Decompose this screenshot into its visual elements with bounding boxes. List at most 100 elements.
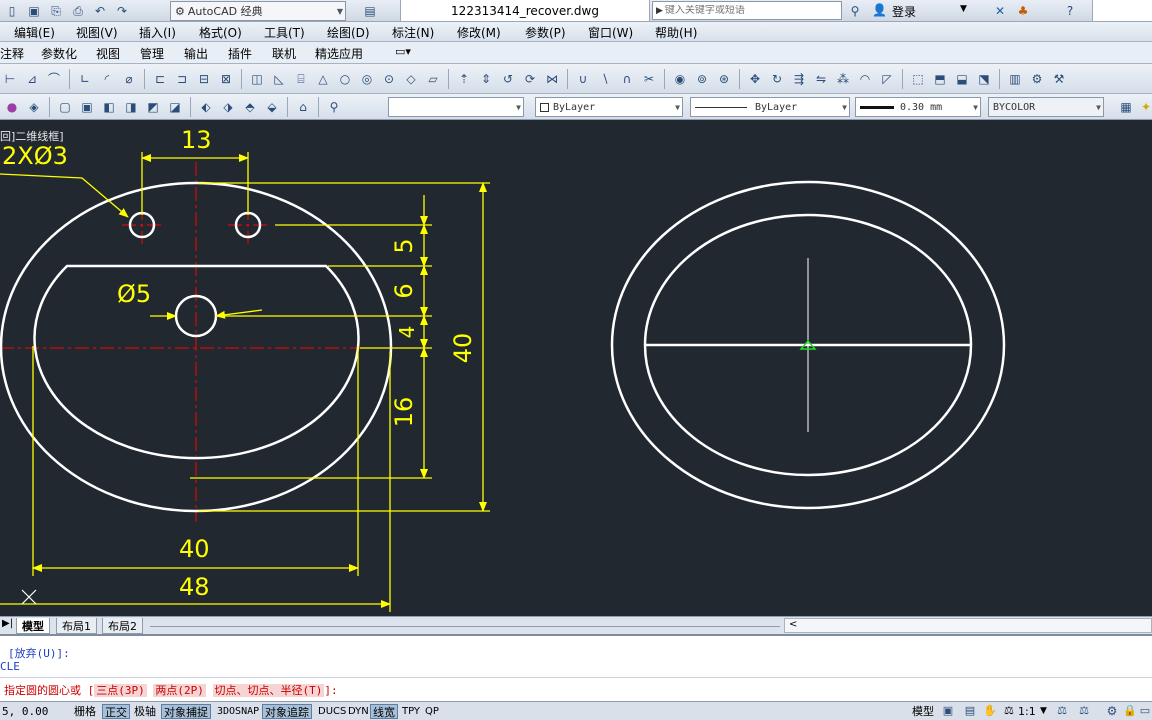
view-left-icon[interactable]: ◧ xyxy=(99,97,119,117)
connect-icon[interactable]: ♣ xyxy=(1013,1,1033,21)
scroll-left-icon[interactable]: < xyxy=(789,619,797,630)
dim-baseline-icon[interactable]: ⊏ xyxy=(150,69,170,89)
option-2p[interactable]: 两点(2P) xyxy=(153,684,206,697)
toggle-tpy[interactable]: TPY xyxy=(400,704,422,719)
command-window[interactable]: [放弃(U)]: CLE 指定圆的圆心或 [三点(3P) 两点(2P) 切点、切… xyxy=(0,634,1152,701)
polysolid-icon[interactable]: ▱ xyxy=(423,69,443,89)
intersect-icon[interactable]: ∩ xyxy=(617,69,637,89)
ribbon-minimize-icon[interactable]: ▭▾ xyxy=(395,45,411,58)
planar-surface-icon[interactable]: ◇ xyxy=(401,69,421,89)
iso-se-icon[interactable]: ⬗ xyxy=(218,97,238,117)
save-as-icon[interactable]: ⎘ xyxy=(46,1,66,21)
new-file-icon[interactable]: ▯ xyxy=(2,1,22,21)
tab-view[interactable]: 视图 xyxy=(96,45,120,62)
menu-insert[interactable]: 插入(I) xyxy=(139,24,176,41)
layout-view-icon[interactable]: ▣ xyxy=(940,702,956,719)
properties-icon[interactable]: ▦ xyxy=(1116,97,1136,117)
menu-parametric[interactable]: 参数(P) xyxy=(525,24,566,41)
iso-sw-icon[interactable]: ⬖ xyxy=(196,97,216,117)
subtract-icon[interactable]: ∖ xyxy=(595,69,615,89)
search-box[interactable]: ▶ xyxy=(652,1,842,20)
option-3p[interactable]: 三点(3P) xyxy=(94,684,147,697)
annotation-scale-value[interactable]: 1:1 xyxy=(1018,705,1036,718)
torus-icon[interactable]: ◎ xyxy=(357,69,377,89)
plotstyle-combo[interactable]: BYCOLOR ▼ xyxy=(988,97,1104,117)
toggle-qp[interactable]: QP xyxy=(423,704,441,719)
pyramid-icon[interactable]: ⊙ xyxy=(379,69,399,89)
materials-icon[interactable]: ● xyxy=(2,97,22,117)
toggle-grid[interactable]: 栅格 xyxy=(72,704,98,719)
check-icon[interactable]: ▥ xyxy=(1005,69,1025,89)
menu-tools[interactable]: 工具(T) xyxy=(264,24,305,41)
toggle-ducs[interactable]: DUCS xyxy=(316,704,348,719)
dim-arc-icon[interactable]: ⌒ xyxy=(44,69,64,89)
dim-continue-icon[interactable]: ⊐ xyxy=(172,69,192,89)
sphere-icon[interactable]: ○ xyxy=(335,69,355,89)
presspull-icon[interactable]: ⇕ xyxy=(476,69,496,89)
tab-parametric[interactable]: 参数化 xyxy=(41,45,77,62)
dim-aligned-icon[interactable]: ⊿ xyxy=(22,69,42,89)
clean-screen-icon[interactable]: ▭ xyxy=(1138,702,1152,719)
toolbar-lock-icon[interactable]: 🔒 xyxy=(1122,702,1138,719)
view-front-icon[interactable]: ◩ xyxy=(143,97,163,117)
tab-output[interactable]: 输出 xyxy=(184,45,208,62)
tab-manage[interactable]: 管理 xyxy=(140,45,164,62)
tab-annotate[interactable]: 注释 xyxy=(0,45,24,62)
scale-dropdown-icon[interactable]: ▼ xyxy=(1040,706,1047,716)
extract-edges-icon[interactable]: ⬚ xyxy=(908,69,928,89)
undo-icon[interactable]: ↶ xyxy=(90,1,110,21)
toggle-3dosnap[interactable]: 3DOSNAP xyxy=(215,704,261,719)
quick-view-icon[interactable]: ▤ xyxy=(962,702,978,719)
align-3d-icon[interactable]: ⇶ xyxy=(789,69,809,89)
rotate-3d-icon[interactable]: ↻ xyxy=(767,69,787,89)
redo-icon[interactable]: ↷ xyxy=(112,1,132,21)
horizontal-scrollbar[interactable]: < xyxy=(784,618,1152,633)
view-back-icon[interactable]: ◪ xyxy=(165,97,185,117)
option-ttr[interactable]: 切点、切点、半径(T) xyxy=(212,684,325,697)
union-icon[interactable]: ∪ xyxy=(573,69,593,89)
workspace-selector[interactable]: ⚙ AutoCAD 经典 ▼ xyxy=(170,1,346,21)
slice-icon[interactable]: ✂ xyxy=(639,69,659,89)
exchange-icon[interactable]: ✕ xyxy=(990,1,1010,21)
wedge-icon[interactable]: ◺ xyxy=(269,69,289,89)
toggle-otrack[interactable]: 对象追踪 xyxy=(262,704,312,719)
tab-plugins[interactable]: 插件 xyxy=(228,45,252,62)
mirror-3d-icon[interactable]: ⇋ xyxy=(811,69,831,89)
light-icon[interactable]: ✦ xyxy=(1136,97,1152,117)
menu-draw[interactable]: 绘图(D) xyxy=(327,24,370,41)
tab-featured-apps[interactable]: 精选应用 xyxy=(315,45,363,62)
layer-state-icon[interactable]: ▤ xyxy=(360,1,380,21)
zoom-icon[interactable]: ⚲ xyxy=(324,97,344,117)
tab-nav-icon[interactable]: ▶| xyxy=(2,618,13,629)
extrude-icon[interactable]: ⇡ xyxy=(454,69,474,89)
view-bottom-icon[interactable]: ▣ xyxy=(77,97,97,117)
model-space-button[interactable]: 模型 xyxy=(910,704,936,719)
toggle-polar[interactable]: 极轴 xyxy=(132,704,158,719)
tab-layout1[interactable]: 布局1 xyxy=(56,618,97,634)
sweep-icon[interactable]: ↺ xyxy=(498,69,518,89)
pan-icon[interactable]: ✋ xyxy=(982,702,998,719)
search-input[interactable] xyxy=(664,5,825,16)
iso-nw-icon[interactable]: ⬙ xyxy=(262,97,282,117)
menu-help[interactable]: 帮助(H) xyxy=(655,24,697,41)
print-icon[interactable]: ⎙ xyxy=(68,1,88,21)
fillet-edge-icon[interactable]: ◠ xyxy=(855,69,875,89)
drawing-canvas[interactable]: 回]二维线框] 13 2XØ3 Ø5 40 48 5 6 4 16 40 xyxy=(0,120,1152,616)
clean-icon[interactable]: ⚙ xyxy=(1027,69,1047,89)
dim-ordinate-icon[interactable]: ∟ xyxy=(75,69,95,89)
continuous-orbit-icon[interactable]: ⊛ xyxy=(714,69,734,89)
shell-icon[interactable]: ⬔ xyxy=(974,69,994,89)
free-orbit-icon[interactable]: ⊚ xyxy=(692,69,712,89)
lineweight-combo[interactable]: 0.30 mm ▼ xyxy=(855,97,981,117)
separate-icon[interactable]: ⬓ xyxy=(952,69,972,89)
save-icon[interactable]: ▣ xyxy=(24,1,44,21)
imprint-icon[interactable]: ⬒ xyxy=(930,69,950,89)
tab-online[interactable]: 联机 xyxy=(272,45,296,62)
dim-diameter-icon[interactable]: ⌀ xyxy=(119,69,139,89)
loft-icon[interactable]: ⋈ xyxy=(542,69,562,89)
menu-dimension[interactable]: 标注(N) xyxy=(392,24,434,41)
camera-icon[interactable]: ⌂ xyxy=(293,97,313,117)
toggle-lineweight[interactable]: 线宽 xyxy=(370,704,398,719)
cone-icon[interactable]: △ xyxy=(313,69,333,89)
move-3d-icon[interactable]: ✥ xyxy=(745,69,765,89)
